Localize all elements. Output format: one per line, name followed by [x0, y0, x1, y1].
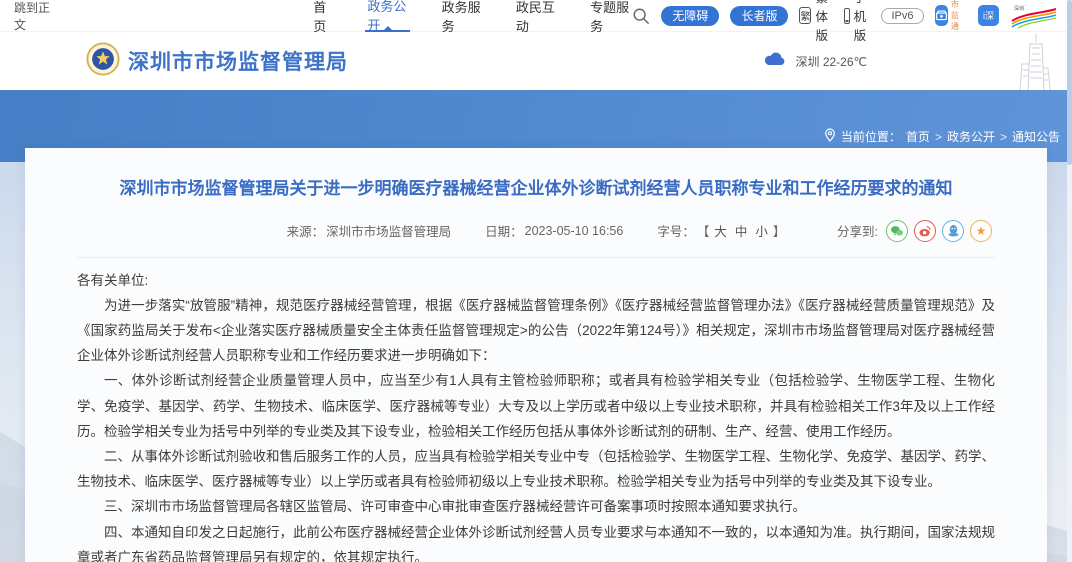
bureau-emblem-icon: [86, 42, 120, 81]
site-brand[interactable]: 深圳市市场监督管理局: [86, 42, 348, 81]
paragraph-item-2: 二、从事体外诊断试剂验收和售后服务工作的人员，应当具有检验学相关专业中专（包括检…: [77, 444, 995, 494]
breadcrumb-prefix: 当前位置：: [841, 128, 901, 145]
location-pin-icon: [824, 128, 836, 145]
fontsize-medium-button[interactable]: 中: [735, 221, 748, 240]
paragraph-item-1: 一、体外诊断试剂经营企业质量管理人员中，应当至少有1人具有主管检验师职称；或者具…: [77, 368, 995, 444]
top-utility-bar: 跳到正文 首页 政务公开 政务服务 政民互动 专题服务 无障碍 长者版 繁 繁体…: [0, 0, 1072, 32]
salutation: 各有关单位:: [77, 268, 995, 293]
nav-item-gov-services[interactable]: 政务服务: [440, 0, 484, 32]
breadcrumb-home[interactable]: 首页: [906, 128, 930, 145]
fontsize-small-button[interactable]: 小: [755, 221, 768, 240]
ishenzhen-app-icon: i深: [978, 5, 999, 26]
weather-widget: 深圳 22-26℃: [763, 51, 867, 71]
market-app-icon: [935, 5, 948, 26]
nav-item-special[interactable]: 专题服务: [588, 0, 632, 32]
paragraph-intro: 为进一步落实“放管服”精神，规范医疗器械经营管理，根据《医疗器械监督管理条例》《…: [77, 293, 995, 369]
scrollbar-thumb[interactable]: [1067, 0, 1072, 165]
svg-text:深圳: 深圳: [1014, 5, 1024, 12]
breadcrumb-separator: >: [935, 130, 942, 144]
share-label: 分享到:: [837, 221, 878, 240]
page-scrollbar[interactable]: [1067, 0, 1072, 562]
mobile-label: 手机版: [854, 0, 871, 44]
traditional-label: 繁体版: [815, 0, 833, 44]
date-value: 2023-05-10 16:56: [525, 224, 624, 238]
article-card: 深圳市市场监督管理局关于进一步明确医疗器械经营企业体外诊断试剂经营人员职称专业和…: [25, 148, 1047, 562]
date-label: 日期：: [485, 221, 523, 240]
market-app-chip[interactable]: 市监通: [935, 0, 968, 32]
source-label: 来源：: [287, 221, 325, 240]
search-icon[interactable]: [632, 7, 650, 25]
ipv6-badge[interactable]: IPv6: [881, 8, 923, 24]
elder-version-button[interactable]: 长者版: [730, 6, 788, 26]
share-qq-icon[interactable]: [942, 220, 964, 242]
article-meta: 来源： 深圳市市场监督管理局 日期： 2023-05-10 16:56 字号： …: [25, 219, 1047, 243]
meta-source: 来源： 深圳市市场监督管理局: [287, 221, 452, 240]
top-tools: 无障碍 长者版 繁 繁体版 手机版 IPv6 市监通 i深: [632, 0, 1058, 44]
cloud-icon: [763, 51, 787, 71]
breadcrumb: 当前位置： 首页 > 政务公开 > 通知公告: [824, 128, 1060, 145]
mobile-version-button[interactable]: 手机版: [844, 0, 871, 44]
accessibility-button[interactable]: 无障碍: [661, 6, 719, 26]
phone-icon: [844, 8, 850, 24]
nav-item-interaction[interactable]: 政民互动: [514, 0, 558, 32]
fontsize-label: 字号：: [657, 221, 695, 240]
market-app-label: 市监通: [951, 0, 967, 32]
share-wechat-icon[interactable]: [886, 220, 908, 242]
skip-to-content-link[interactable]: 跳到正文: [14, 0, 55, 33]
article-body: 各有关单位: 为进一步落实“放管服”精神，规范医疗器械经营管理，根据《医疗器械监…: [25, 258, 1047, 562]
share-group: 分享到: ★: [837, 219, 992, 243]
shenzhen-china-logo: 深圳: [1010, 3, 1058, 29]
page: 跳到正文 首页 政务公开 政务服务 政民互动 专题服务 无障碍 长者版 繁 繁体…: [0, 0, 1072, 562]
fontsize-bracket-close: 】: [773, 221, 786, 240]
traditional-version-button[interactable]: 繁 繁体版: [799, 0, 833, 44]
breadcrumb-separator: >: [1000, 130, 1007, 144]
paragraph-item-4: 四、本通知自印发之日起施行，此前公布医疗器械经营企业体外诊断试剂经营人员专业要求…: [77, 520, 995, 562]
meta-date: 日期： 2023-05-10 16:56: [485, 221, 623, 240]
source-value: 深圳市市场监督管理局: [326, 221, 451, 240]
paragraph-item-3: 三、深圳市市场监督管理局各辖区监管局、许可审查中心审批审查医疗器械经营许可备案事…: [77, 494, 995, 519]
breadcrumb-gov-open[interactable]: 政务公开: [947, 128, 995, 145]
share-favorite-icon[interactable]: ★: [970, 220, 992, 242]
nav-item-home[interactable]: 首页: [311, 0, 335, 32]
article-title: 深圳市市场监督管理局关于进一步明确医疗器械经营企业体外诊断试剂经营人员职称专业和…: [76, 176, 996, 202]
fontsize-large-button[interactable]: 大: [714, 221, 727, 240]
meta-fontsize: 字号： 【 大 中 小 】: [657, 221, 785, 240]
main-nav: 首页 政务公开 政务服务 政民互动 专题服务: [311, 0, 632, 32]
share-weibo-icon[interactable]: [914, 220, 936, 242]
ishenzhen-app-chip[interactable]: i深: [978, 5, 999, 26]
weather-text: 深圳 22-26℃: [795, 53, 867, 70]
traditional-badge-icon: 繁: [799, 7, 811, 24]
fontsize-bracket-open: 【: [697, 221, 710, 240]
site-title: 深圳市市场监督管理局: [128, 46, 348, 76]
breadcrumb-notices[interactable]: 通知公告: [1012, 128, 1060, 145]
nav-item-gov-open[interactable]: 政务公开: [365, 0, 409, 32]
